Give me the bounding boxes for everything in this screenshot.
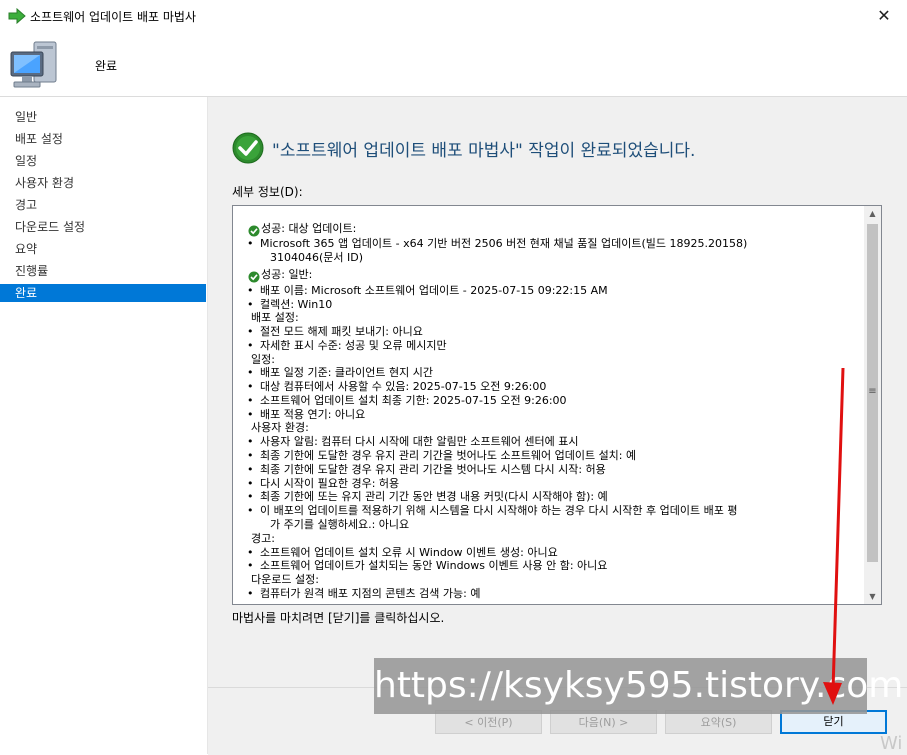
details-line: 배포 이름: Microsoft 소프트웨어 업데이트 - 2025-07-15… xyxy=(247,284,608,298)
scroll-down-icon[interactable]: ▼ xyxy=(864,592,881,601)
details-line: 최종 기한에 도달한 경우 유지 관리 기간을 벗어나도 시스템 다시 시작: … xyxy=(247,463,606,477)
details-line: 배포 일정 기준: 클라이언트 현지 시간 xyxy=(247,366,433,380)
computer-icon xyxy=(8,40,64,96)
details-line: 배포 적용 연기: 아니요 xyxy=(247,408,365,422)
details-heading: 경고: xyxy=(251,532,275,545)
details-line: 소프트웨어 업데이트 설치 오류 시 Window 이벤트 생성: 아니요 xyxy=(247,546,558,560)
details-line: 컴퓨터가 원격 배포 지점의 콘텐츠 검색 가능: 예 xyxy=(247,587,480,601)
arrow-right-icon xyxy=(8,7,26,28)
details-heading: 다운로드 설정: xyxy=(251,573,319,586)
sidebar-item-completion: 완료 xyxy=(0,284,206,302)
sidebar-item-schedule: 일정 xyxy=(15,154,38,168)
details-line: 이 배포의 업데이트를 적용하기 위해 시스템을 다시 시작해야 하는 경우 다… xyxy=(247,504,737,518)
corner-text: Wi xyxy=(880,733,903,754)
details-line: 컬렉션: Win10 xyxy=(247,298,332,312)
sidebar-item-progress: 진행률 xyxy=(15,264,49,278)
details-line: 3104046(문서 ID) xyxy=(270,251,364,264)
details-line: 소프트웨어 업데이트 설치 최종 기한: 2025-07-15 오전 9:26:… xyxy=(247,394,567,408)
details-line: 가 주기를 실행하세요.: 아니요 xyxy=(270,518,410,531)
details-heading: 사용자 환경: xyxy=(251,421,309,434)
scroll-grip-icon: ≡ xyxy=(868,386,877,397)
sidebar-item-user-experience: 사용자 환경 xyxy=(15,176,75,190)
wizard-content: "소프트웨어 업데이트 배포 마법사" 작업이 완료되었습니다. 세부 정보(D… xyxy=(208,97,907,687)
details-heading: 일정: xyxy=(251,353,275,366)
close-window-button[interactable]: ✕ xyxy=(861,0,907,32)
sidebar-item-general: 일반 xyxy=(15,110,38,124)
wizard-header: 완료 xyxy=(0,32,907,97)
sidebar-item-download-settings: 다운로드 설정 xyxy=(15,220,86,234)
success-check-icon xyxy=(232,132,264,168)
title-bar: 소프트웨어 업데이트 배포 마법사 ✕ xyxy=(0,0,907,32)
details-line: 최종 기한에 도달한 경우 유지 관리 기간을 벗어나도 소프트웨어 업데이트 … xyxy=(247,449,636,463)
finish-hint: 마법사를 마치려면 [닫기]를 클릭하십시오. xyxy=(232,611,445,625)
details-heading: 성공: 일반: xyxy=(261,268,313,281)
watermark: https://ksyksy595.tistory.com xyxy=(374,658,903,714)
details-line: 절전 모드 해제 패킷 보내기: 아니요 xyxy=(247,325,423,339)
sidebar-item-summary: 요약 xyxy=(15,242,38,256)
details-label: 세부 정보(D): xyxy=(232,185,303,199)
details-line: 다시 시작이 필요한 경우: 허용 xyxy=(247,477,399,491)
scroll-up-icon[interactable]: ▲ xyxy=(864,209,881,218)
details-line: 사용자 알림: 컴퓨터 다시 시작에 대한 알림만 소프트웨어 센터에 표시 xyxy=(247,435,579,449)
header-page-title: 완료 xyxy=(95,59,118,73)
window-title: 소프트웨어 업데이트 배포 마법사 xyxy=(30,10,197,24)
details-heading: 성공: 대상 업데이트: xyxy=(261,222,357,235)
success-message: "소프트웨어 업데이트 배포 마법사" 작업이 완료되었습니다. xyxy=(272,141,696,161)
sidebar-item-deployment-settings: 배포 설정 xyxy=(15,132,63,146)
details-line: 대상 컴퓨터에서 사용할 수 있음: 2025-07-15 오전 9:26:00 xyxy=(247,380,546,394)
details-textbox[interactable]: 성공: 대상 업데이트: Microsoft 365 앱 업데이트 - x64 … xyxy=(232,205,882,605)
details-heading: 배포 설정: xyxy=(251,311,299,324)
sidebar-item-alerts: 경고 xyxy=(15,198,38,212)
details-line: Microsoft 365 앱 업데이트 - x64 기반 버전 2506 버전… xyxy=(247,237,747,251)
details-scrollbar[interactable]: ▲ ≡ ▼ xyxy=(864,206,881,604)
details-line: 최종 기한에 또는 유지 관리 기간 동안 변경 내용 커밋(다시 시작해야 함… xyxy=(247,490,608,504)
details-line: 자세한 표시 수준: 성공 및 오류 메시지만 xyxy=(247,339,447,353)
details-line: 소프트웨어 업데이트가 설치되는 동안 Windows 이벤트 사용 안 함: … xyxy=(247,559,607,573)
wizard-sidebar: 일반 배포 설정 일정 사용자 환경 경고 다운로드 설정 요약 진행률 완료 xyxy=(0,97,208,754)
